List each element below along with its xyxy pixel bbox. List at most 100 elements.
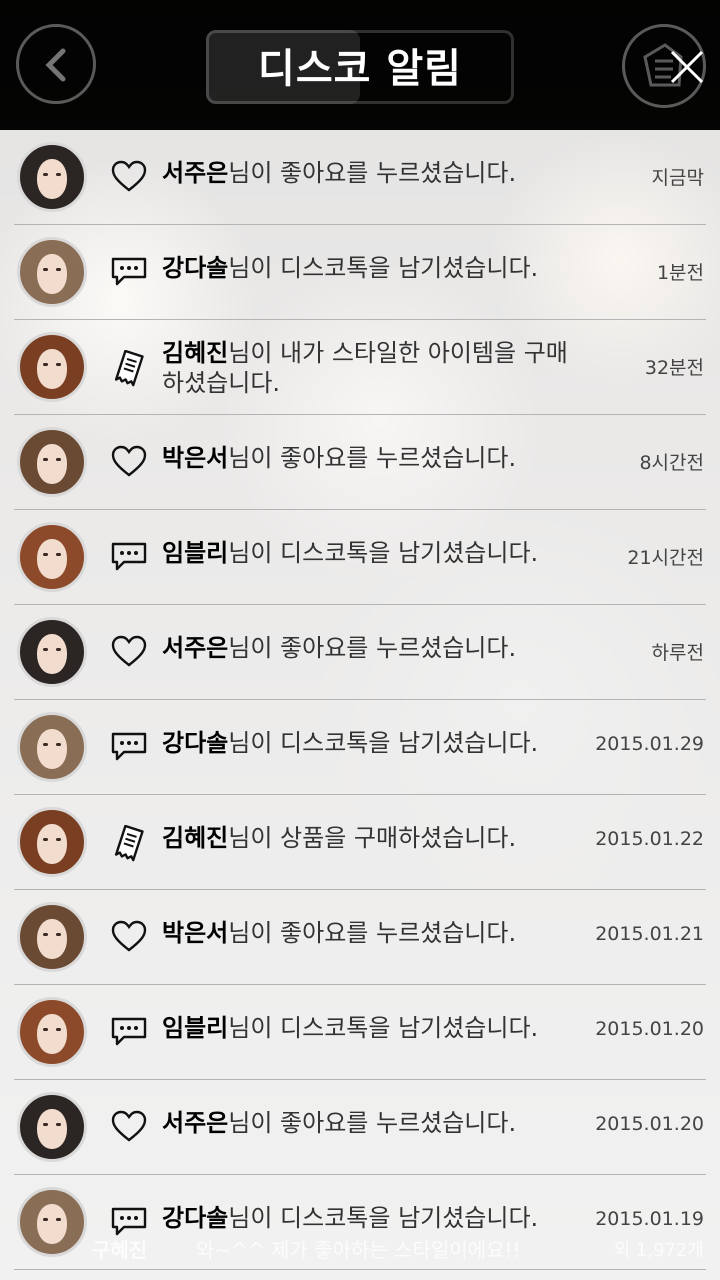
avatar-face: [37, 349, 67, 389]
notification-message: 서주은님이 좋아요를 누르셨습니다.: [162, 1108, 582, 1138]
notification-message: 임블리님이 디스코톡을 남기셨습니다.: [162, 538, 582, 568]
notification-row[interactable]: 강다솔님이 디스코톡을 남기셨습니다. 1분전: [0, 225, 720, 320]
comment-icon: [110, 540, 148, 574]
notification-username[interactable]: 김혜진: [162, 339, 228, 367]
notification-username[interactable]: 강다솔: [162, 729, 228, 757]
notification-text: 님이 좋아요를 누르셨습니다.: [228, 159, 517, 187]
avatar[interactable]: [17, 1187, 87, 1257]
notification-username[interactable]: 김혜진: [162, 824, 228, 852]
header-bar: 디스코 알림: [0, 0, 720, 130]
avatar-face: [37, 824, 67, 864]
notification-username[interactable]: 박은서: [162, 919, 228, 947]
notification-row[interactable]: 김혜진님이 상품을 구매하셨습니다. 2015.01.22: [0, 795, 720, 890]
notification-username[interactable]: 임블리: [162, 539, 228, 567]
notification-time: 하루전: [651, 642, 704, 664]
notification-time: 2015.01.29: [595, 733, 704, 755]
page-title: 디스코 알림: [258, 46, 462, 92]
notification-time: 2015.01.19: [595, 1208, 704, 1230]
notification-text: 님이 디스코톡을 남기셨습니다.: [228, 1014, 539, 1042]
close-button[interactable]: [664, 44, 710, 90]
notification-row[interactable]: 서주은님이 좋아요를 누르셨습니다. 하루전: [0, 605, 720, 700]
avatar[interactable]: [17, 617, 87, 687]
avatar[interactable]: [17, 427, 87, 497]
avatar-face: [37, 919, 67, 959]
heart-icon: [110, 635, 148, 669]
avatar[interactable]: [17, 332, 87, 402]
notification-message: 김혜진님이 상품을 구매하셨습니다.: [162, 823, 582, 853]
notification-username[interactable]: 서주은: [162, 1109, 228, 1137]
notification-message: 서주은님이 좋아요를 누르셨습니다.: [162, 158, 582, 188]
notification-message: 박은서님이 좋아요를 누르셨습니다.: [162, 918, 582, 948]
avatar[interactable]: [17, 237, 87, 307]
avatar-face: [37, 254, 67, 294]
notification-message: 박은서님이 좋아요를 누르셨습니다.: [162, 443, 582, 473]
notification-row[interactable]: 강다솔님이 디스코톡을 남기셨습니다. 2015.01.29: [0, 700, 720, 795]
notification-row[interactable]: 서주은님이 좋아요를 누르셨습니다. 지금막: [0, 130, 720, 225]
notification-username[interactable]: 강다솔: [162, 254, 228, 282]
avatar[interactable]: [17, 142, 87, 212]
avatar-face: [37, 539, 67, 579]
notification-message: 강다솔님이 디스코톡을 남기셨습니다.: [162, 253, 582, 283]
notification-time: 2015.01.22: [595, 828, 704, 850]
notification-row[interactable]: 박은서님이 좋아요를 누르셨습니다. 2015.01.21: [0, 890, 720, 985]
avatar-face: [37, 1204, 67, 1244]
notification-text: 님이 디스코톡을 남기셨습니다.: [228, 539, 539, 567]
heart-icon: [110, 920, 148, 954]
close-icon: [670, 50, 704, 84]
notification-username[interactable]: 서주은: [162, 634, 228, 662]
notification-text: 님이 디스코톡을 남기셨습니다.: [228, 254, 539, 282]
comment-icon: [110, 1015, 148, 1049]
notification-text: 님이 디스코톡을 남기셨습니다.: [228, 1204, 539, 1232]
comment-icon: [110, 730, 148, 764]
avatar-face: [37, 1109, 67, 1149]
notification-row[interactable]: 임블리님이 디스코톡을 남기셨습니다. 2015.01.20: [0, 985, 720, 1080]
notification-row[interactable]: 임블리님이 디스코톡을 남기셨습니다. 21시간전: [0, 510, 720, 605]
notification-message: 강다솔님이 디스코톡을 남기셨습니다.: [162, 1203, 582, 1233]
row-divider: [14, 1269, 706, 1270]
heart-icon: [110, 160, 148, 194]
notification-row[interactable]: 강다솔님이 디스코톡을 남기셨습니다. 2015.01.19: [0, 1175, 720, 1270]
avatar[interactable]: [17, 902, 87, 972]
heart-icon: [110, 445, 148, 479]
notification-row[interactable]: 박은서님이 좋아요를 누르셨습니다. 8시간전: [0, 415, 720, 510]
comment-icon: [110, 255, 148, 289]
notification-message: 서주은님이 좋아요를 누르셨습니다.: [162, 633, 582, 663]
notification-row[interactable]: 서주은님이 좋아요를 누르셨습니다. 2015.01.20: [0, 1080, 720, 1175]
notification-message: 김혜진님이 내가 스타일한 아이템을 구매하셨습니다.: [162, 338, 582, 398]
notification-list: 서주은님이 좋아요를 누르셨습니다. 지금막 강다솔님이 디스코톡을 남기셨습니다.…: [0, 130, 720, 1280]
notification-time: 8시간전: [639, 452, 704, 474]
notification-time: 1분전: [656, 262, 704, 284]
notification-time: 21시간전: [627, 547, 704, 569]
notification-username[interactable]: 박은서: [162, 444, 228, 472]
avatar-face: [37, 159, 67, 199]
notification-text: 님이 디스코톡을 남기셨습니다.: [228, 729, 539, 757]
avatar[interactable]: [17, 997, 87, 1067]
avatar[interactable]: [17, 807, 87, 877]
notification-row[interactable]: 김혜진님이 내가 스타일한 아이템을 구매하셨습니다. 32분전: [0, 320, 720, 415]
notification-text: 님이 좋아요를 누르셨습니다.: [228, 919, 517, 947]
avatar[interactable]: [17, 1092, 87, 1162]
avatar[interactable]: [17, 522, 87, 592]
receipt-icon: [110, 349, 148, 387]
notification-time: 지금막: [651, 167, 704, 189]
notification-time: 2015.01.21: [595, 923, 704, 945]
avatar-face: [37, 634, 67, 674]
notification-text: 님이 좋아요를 누르셨습니다.: [228, 1109, 517, 1137]
notification-text: 님이 좋아요를 누르셨습니다.: [228, 634, 517, 662]
avatar-face: [37, 729, 67, 769]
notification-time: 2015.01.20: [595, 1018, 704, 1040]
notification-username[interactable]: 임블리: [162, 1014, 228, 1042]
notification-username[interactable]: 강다솔: [162, 1204, 228, 1232]
avatar[interactable]: [17, 712, 87, 782]
heart-icon: [110, 1110, 148, 1144]
notification-message: 강다솔님이 디스코톡을 남기셨습니다.: [162, 728, 582, 758]
notification-message: 임블리님이 디스코톡을 남기셨습니다.: [162, 1013, 582, 1043]
notification-text: 님이 좋아요를 누르셨습니다.: [228, 444, 517, 472]
receipt-icon: [110, 824, 148, 862]
notification-time: 2015.01.20: [595, 1113, 704, 1135]
comment-icon: [110, 1205, 148, 1239]
notification-time: 32분전: [644, 357, 704, 379]
notification-text: 님이 상품을 구매하셨습니다.: [228, 824, 517, 852]
avatar-face: [37, 444, 67, 484]
notification-username[interactable]: 서주은: [162, 159, 228, 187]
